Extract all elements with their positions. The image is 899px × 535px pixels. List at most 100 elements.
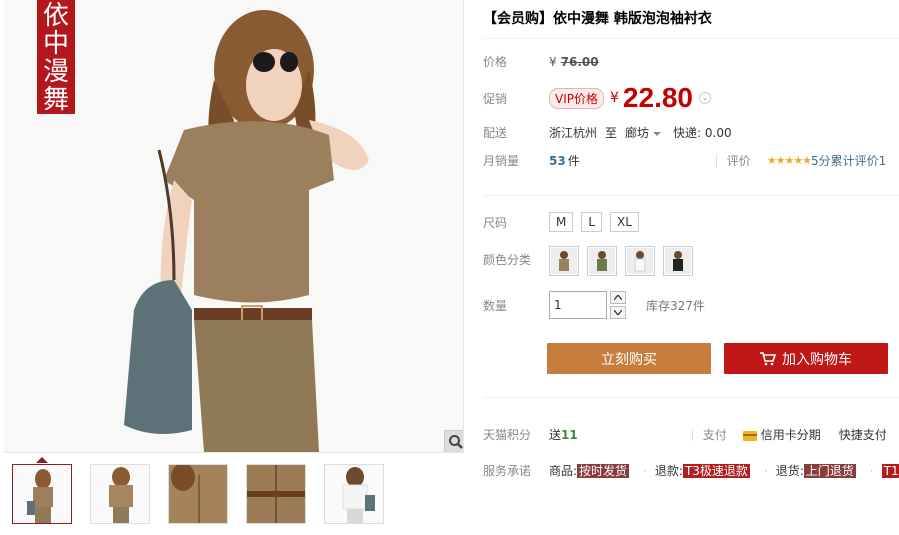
bullet: · [643, 463, 647, 478]
destination-text: 廊坊 [625, 126, 650, 140]
sales-unit: 件 [567, 154, 580, 168]
promo-price: 22.80 [622, 82, 693, 113]
divider [483, 195, 899, 196]
review-link[interactable]: 5分累计评价1 [811, 152, 886, 169]
quick-pay[interactable]: 快捷支付 [839, 426, 887, 443]
dropdown-arrow-icon [653, 131, 662, 136]
quantity-row: 数量 1 库存327件 [483, 291, 705, 319]
service-tag: T3极速退款 [682, 464, 750, 478]
increase-button[interactable] [610, 291, 626, 304]
brand-char: 中 [42, 29, 69, 59]
ship-from: 浙江杭州 [549, 126, 598, 140]
shipping-row: 配送 浙江杭州 至 廊坊 快递: 0.00 [483, 124, 732, 141]
credit-card-installment[interactable]: 信用卡分期 [742, 426, 821, 443]
thumbnail-strip [12, 463, 384, 528]
bullet: · [869, 463, 874, 478]
buy-now-label: 立刻购买 [601, 351, 657, 368]
size-option-m[interactable]: M [549, 212, 574, 232]
service-item[interactable]: T1退 [881, 462, 899, 479]
vip-badge: VIP价格 [549, 87, 604, 109]
buy-now-button[interactable]: 立刻购买 [547, 343, 711, 374]
thumb-image [247, 465, 305, 523]
size-option-xl[interactable]: XL [610, 212, 639, 232]
color-swatch [627, 248, 653, 274]
sales-label: 月销量 [483, 154, 520, 168]
thumbnail-5[interactable] [324, 464, 384, 524]
thumbnail-4[interactable] [246, 464, 306, 524]
color-option-4[interactable] [663, 246, 693, 276]
service-item[interactable]: 退款: T3极速退款 [655, 462, 750, 479]
brand-char: 漫 [42, 57, 69, 87]
size-label: 尺码 [483, 215, 508, 230]
ship-to-word: 至 [605, 126, 618, 140]
size-option-l[interactable]: L [581, 212, 603, 232]
brand-tag: 依 中 漫 舞 [37, 0, 75, 114]
points-value: 11 [561, 427, 578, 442]
quantity-label: 数量 [483, 299, 508, 313]
product-gallery: 依 中 漫 舞 [0, 0, 464, 535]
sales-row: 月销量 53 件 评价 ★★★★★ 5分累计评价1 [483, 152, 886, 169]
thumbnail-3[interactable] [168, 463, 228, 524]
credit-card-icon [742, 430, 757, 441]
express-fee: 快递: 0.00 [673, 126, 732, 140]
installment-label: 信用卡分期 [760, 428, 821, 442]
cart-icon [760, 351, 776, 365]
main-product-image[interactable]: 依 中 漫 舞 [4, 0, 464, 453]
divider [715, 154, 717, 167]
model-figure [124, 10, 369, 452]
product-title: 【会员购】依中漫舞 韩版泡泡袖衬衣 [483, 11, 712, 27]
chevron-down-icon[interactable]: ⌄ [699, 92, 711, 104]
service-prefix: 退款: [654, 464, 683, 478]
divider [691, 428, 693, 441]
size-row: 尺码 M L XL [483, 212, 647, 232]
divider [483, 38, 899, 39]
original-price: 76.00 [560, 54, 599, 69]
rating-stars: ★★★★★ [766, 154, 812, 167]
thumb-image [109, 467, 133, 523]
promo-row: 促销 VIP价格 ¥ 22.80 ⌄ [483, 82, 711, 114]
currency-symbol: ¥ [549, 54, 557, 69]
add-to-cart-button[interactable]: 加入购物车 [724, 343, 888, 374]
zoom-button[interactable] [444, 430, 463, 452]
thumb-image [169, 463, 227, 523]
pay-label: 支付 [702, 428, 727, 442]
service-tag: T1退 [881, 464, 899, 478]
thumbnail-2[interactable] [90, 464, 150, 524]
service-item[interactable]: 商品: 按时发货 [549, 462, 630, 479]
decrease-button[interactable] [610, 306, 626, 319]
color-swatch [665, 248, 691, 274]
price-row: 价格 ¥ 76.00 [483, 53, 599, 70]
color-option-3[interactable] [625, 246, 655, 276]
bullet: · [763, 463, 768, 478]
service-tag: 按时发货 [577, 464, 630, 478]
thumb-image [342, 467, 375, 523]
chevron-up-icon [614, 295, 622, 300]
divider [483, 397, 899, 398]
shipping-label: 配送 [483, 126, 508, 140]
service-label: 服务承诺 [483, 464, 532, 478]
quantity-input[interactable]: 1 [549, 291, 607, 319]
thumbnail-1[interactable] [12, 464, 72, 524]
color-option-1[interactable] [549, 246, 579, 276]
brand-char: 舞 [42, 85, 69, 115]
service-prefix: 商品: [549, 464, 578, 478]
quantity-stepper [610, 291, 626, 319]
points-give: 送 [549, 428, 562, 442]
color-swatch [551, 248, 577, 274]
color-option-2[interactable] [587, 246, 617, 276]
destination-select[interactable]: 廊坊 [625, 124, 662, 141]
color-swatch [589, 248, 615, 274]
points-row: 天猫积分 送 11 支付 信用卡分期 快捷支付 [483, 426, 887, 443]
thumb-selected-indicator [36, 457, 48, 463]
service-prefix: 退货: [775, 464, 804, 478]
service-row: 服务承诺 商品:按时发货 · 退款:T3极速退款 · 退货:上门退货 · T1退 [483, 462, 899, 479]
color-row: 颜色分类 [483, 246, 701, 276]
add-to-cart-label: 加入购物车 [782, 351, 852, 368]
review-label: 评价 [726, 154, 751, 168]
magnifier-icon [449, 435, 463, 449]
brand-char: 依 [42, 1, 69, 31]
service-item[interactable]: 退货: 上门退货 [776, 462, 856, 479]
currency-symbol: ¥ [610, 90, 619, 106]
color-label: 颜色分类 [483, 253, 532, 267]
price-label: 价格 [483, 55, 508, 69]
